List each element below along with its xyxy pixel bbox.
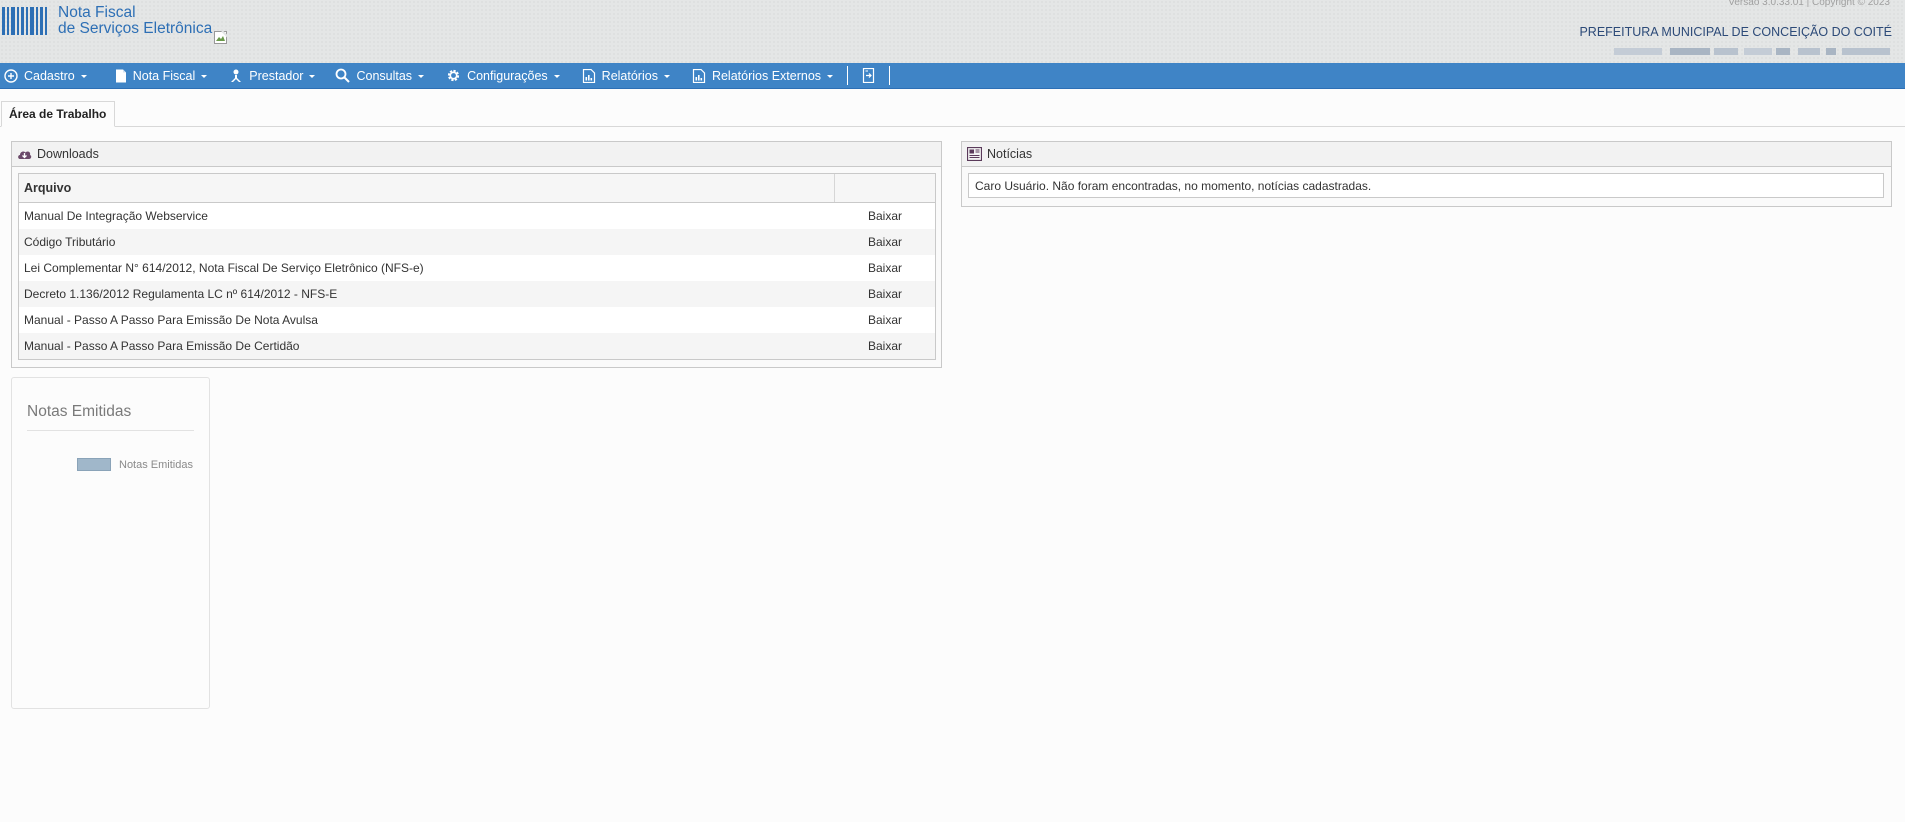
menu-nota-fiscal[interactable]: Nota Fiscal	[95, 63, 216, 88]
noticias-panel: Notícias Caro Usuário. Não foram encontr…	[961, 141, 1892, 207]
downloads-panel-header: Downloads	[12, 142, 941, 167]
chevron-down-icon	[553, 75, 560, 78]
notas-emitidas-title: Notas Emitidas	[27, 403, 132, 420]
chevron-down-icon	[80, 75, 87, 78]
menu-divider	[889, 66, 891, 85]
noticias-title: Notícias	[987, 147, 1033, 161]
table-row: Manual - Passo A Passo Para Emissão De N…	[19, 307, 935, 333]
tab-area-de-trabalho[interactable]: Área de Trabalho	[1, 101, 116, 127]
exit-button[interactable]	[854, 63, 883, 88]
report-icon	[582, 68, 595, 83]
app-header: Nota Fiscal de Serviços Eletrônica Versã…	[0, 0, 1905, 63]
chevron-down-icon	[201, 75, 208, 78]
person-icon	[231, 69, 242, 82]
downloads-panel: Downloads Arquivo Manual De Integração W…	[11, 141, 942, 368]
row-arquivo: Manual - Passo A Passo Para Emissão De N…	[24, 313, 318, 327]
menu-prestador[interactable]: Prestador	[215, 63, 323, 88]
table-row: Manual De Integração Webservice Baixar	[19, 203, 935, 229]
table-row: Decreto 1.136/2012 Regulamenta LC nº 614…	[19, 281, 935, 307]
table-row: Código Tributário Baixar	[19, 229, 935, 255]
tab-bar: Área de Trabalho	[0, 101, 1905, 127]
row-arquivo: Decreto 1.136/2012 Regulamenta LC nº 614…	[24, 287, 338, 301]
column-header-action	[835, 174, 935, 202]
prefeitura-name: PREFEITURA MUNICIPAL DE CONCEIÇÃO DO COI…	[1579, 25, 1892, 39]
downloads-table-header: Arquivo	[19, 174, 935, 203]
baixar-link[interactable]: Baixar	[835, 261, 935, 275]
noticias-panel-header: Notícias	[962, 142, 1891, 167]
blurred-user-info	[1614, 48, 1890, 55]
logo-text: Nota Fiscal de Serviços Eletrônica	[58, 5, 212, 37]
chevron-down-icon	[663, 75, 670, 78]
search-icon	[336, 68, 351, 83]
legend-swatch	[77, 458, 111, 471]
menu-prestador-label: Prestador	[249, 68, 304, 83]
menu-nota-fiscal-label: Nota Fiscal	[132, 68, 196, 83]
exit-door-icon	[862, 68, 875, 83]
row-arquivo: Manual De Integração Webservice	[24, 209, 208, 223]
barcode-logo-icon	[2, 7, 47, 35]
menu-relatorios-externos[interactable]: Relatórios Externos	[678, 63, 841, 88]
menu-relatorios[interactable]: Relatórios	[568, 63, 678, 88]
row-arquivo: Manual - Passo A Passo Para Emissão De C…	[24, 339, 300, 353]
download-cloud-icon	[18, 150, 32, 159]
table-row: Manual - Passo A Passo Para Emissão De C…	[19, 333, 935, 359]
newspaper-icon	[967, 147, 982, 161]
document-icon	[115, 69, 126, 82]
chevron-down-icon	[309, 75, 316, 78]
chevron-down-icon	[418, 75, 425, 78]
menu-divider	[847, 66, 849, 85]
baixar-link[interactable]: Baixar	[835, 209, 935, 223]
downloads-title: Downloads	[37, 147, 99, 161]
menu-cadastro[interactable]: Cadastro	[0, 63, 95, 88]
baixar-link[interactable]: Baixar	[835, 235, 935, 249]
plus-circle-icon	[4, 68, 18, 83]
divider	[27, 430, 194, 431]
baixar-link[interactable]: Baixar	[835, 287, 935, 301]
legend-label: Notas Emitidas	[119, 459, 193, 471]
broken-image-icon	[214, 31, 229, 44]
baixar-link[interactable]: Baixar	[835, 339, 935, 353]
menu-relatorios-externos-label: Relatórios Externos	[711, 68, 822, 83]
menu-configuracoes-label: Configurações	[467, 68, 548, 83]
menu-consultas[interactable]: Consultas	[323, 63, 432, 88]
logo-line-1: Nota Fiscal	[58, 4, 136, 21]
menu-cadastro-label: Cadastro	[24, 68, 75, 83]
main-menu: Cadastro Nota Fiscal Prestador Consultas…	[0, 63, 1905, 89]
menu-consultas-label: Consultas	[356, 68, 413, 83]
notas-emitidas-chart-panel: Notas Emitidas Notas Emitidas	[11, 377, 210, 709]
menu-configuracoes[interactable]: Configurações	[432, 63, 568, 88]
row-arquivo: Lei Complementar N° 614/2012, Nota Fisca…	[24, 261, 424, 275]
logo-line-2: de Serviços Eletrônica	[58, 20, 213, 37]
nfse-logo[interactable]: Nota Fiscal de Serviços Eletrônica	[2, 5, 232, 44]
table-row: Lei Complementar N° 614/2012, Nota Fisca…	[19, 255, 935, 281]
report-icon	[692, 68, 706, 83]
column-header-arquivo: Arquivo	[19, 174, 835, 202]
gear-icon	[447, 69, 460, 82]
version-info: Versão 3.0.33.01 | Copyright © 2023	[1728, 0, 1890, 8]
noticias-message: Caro Usuário. Não foram encontradas, no …	[968, 173, 1884, 198]
menu-relatorios-label: Relatórios	[601, 68, 658, 83]
chevron-down-icon	[827, 75, 834, 78]
downloads-table: Arquivo Manual De Integração Webservice …	[18, 173, 936, 360]
baixar-link[interactable]: Baixar	[835, 313, 935, 327]
row-arquivo: Código Tributário	[24, 235, 116, 249]
